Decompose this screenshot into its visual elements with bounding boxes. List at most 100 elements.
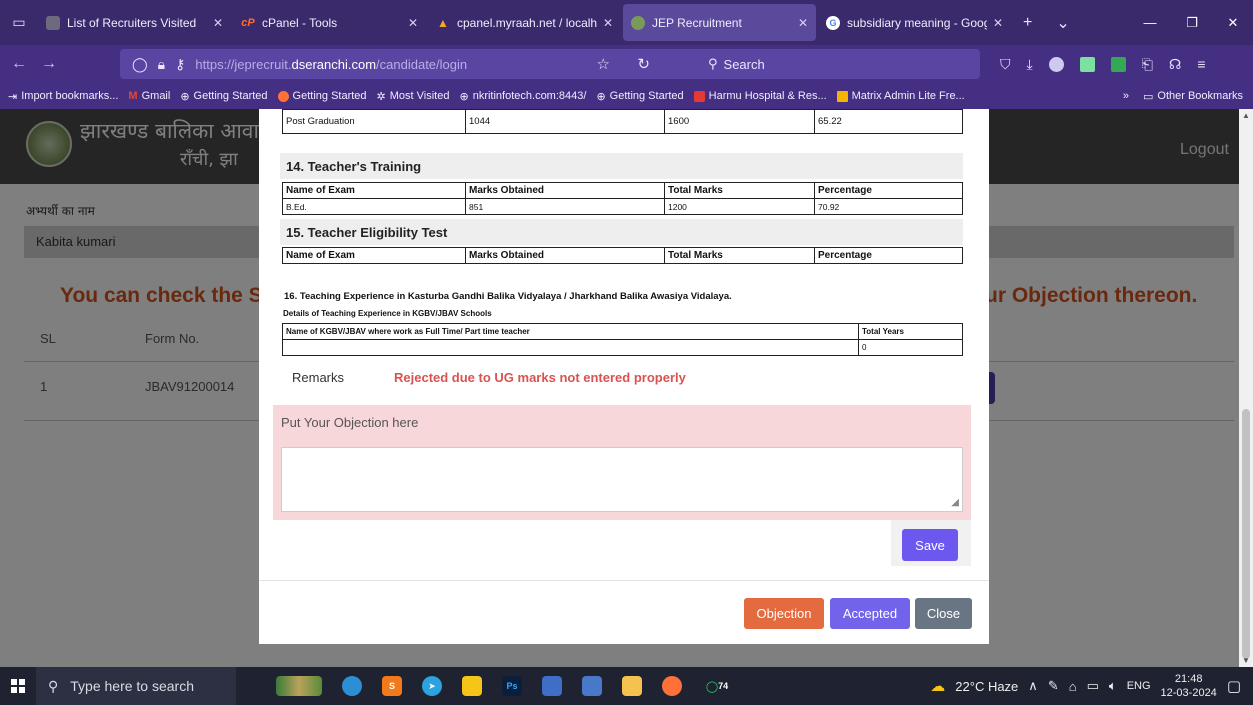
list-all-tabs-icon[interactable]: ⌄	[1056, 13, 1069, 33]
notifications-icon[interactable]: ▢	[1227, 677, 1241, 695]
bookmark-nkritinfotech[interactable]: ⊕ nkritinfotech.com:8443/	[459, 90, 586, 103]
search-box[interactable]: ⚲ Search	[708, 56, 765, 72]
other-bookmarks[interactable]: ▭ Other Bookmarks	[1143, 90, 1243, 103]
widgets-icon[interactable]	[276, 676, 322, 696]
show-hidden-icons[interactable]: ∧	[1028, 678, 1038, 694]
new-tab-button[interactable]: +	[1023, 14, 1032, 32]
pen-icon[interactable]: ✎	[1048, 678, 1059, 694]
phpmyadmin-favicon-icon: ▲	[437, 15, 449, 30]
windows-logo-icon	[11, 679, 25, 693]
bookmark-star-icon[interactable]: ☆	[597, 55, 610, 73]
tab-jep-recruitment[interactable]: JEP Recruitment ✕	[623, 4, 816, 41]
tab-recruiters[interactable]: List of Recruiters Visited ✕	[38, 4, 231, 41]
network-app-icon[interactable]	[582, 676, 602, 696]
table-header-row: Name of KGBV/JBAV where work as Full Tim…	[282, 323, 963, 340]
bookmark-import[interactable]: ⇥ Import bookmarks...	[8, 90, 118, 103]
bookmark-gmail[interactable]: M Gmail	[128, 90, 170, 102]
tab-phpmyadmin[interactable]: ▲ cpanel.myraah.net / localhos ✕	[428, 4, 621, 41]
accepted-button[interactable]: Accepted	[830, 598, 910, 629]
gear-icon: ✲	[376, 90, 386, 103]
taskbar-search-box[interactable]: ⚲ Type here to search	[36, 667, 236, 705]
photoshop-icon[interactable]: Ps	[502, 676, 522, 696]
exam-name-cell: Post Graduation	[282, 109, 466, 134]
teaching-experience-table: Name of KGBV/JBAV where work as Full Tim…	[282, 323, 963, 356]
sticky-notes-icon[interactable]	[462, 676, 482, 696]
lock-icon[interactable]: 🔒︎	[158, 56, 165, 73]
extension-s-icon[interactable]	[1048, 56, 1064, 72]
language-indicator[interactable]: ENG	[1127, 680, 1151, 692]
bookmark-getting-started[interactable]: ⊕ Getting Started	[180, 90, 267, 103]
back-icon[interactable]: ←	[4, 55, 34, 73]
permissions-key-icon[interactable]: ⚷	[175, 56, 185, 73]
marks-obtained-cell: 851	[465, 198, 665, 215]
word-pad-icon[interactable]	[542, 676, 562, 696]
close-window-button[interactable]: ✕	[1213, 0, 1253, 45]
close-tab-icon[interactable]: ✕	[408, 16, 418, 30]
bookmark-most-visited[interactable]: ✲ Most Visited	[377, 90, 450, 103]
forward-icon[interactable]: →	[34, 55, 64, 73]
whatsapp-icon[interactable]: ◯ 74	[702, 676, 732, 696]
start-button[interactable]	[0, 667, 36, 705]
file-explorer-icon[interactable]	[622, 676, 642, 696]
exam-name-cell: B.Ed.	[282, 198, 466, 215]
network-icon[interactable]: ⌂	[1069, 679, 1077, 694]
tab-google[interactable]: G subsidiary meaning - Google ✕	[818, 4, 1011, 41]
bookmark-getting-started-3[interactable]: ⊕ Getting Started	[596, 90, 683, 103]
other-bookmarks-label: Other Bookmarks	[1157, 90, 1243, 102]
menu-icon[interactable]: ≡	[1197, 56, 1205, 72]
weather-icon[interactable]: ☁	[930, 677, 945, 695]
url-prefix: https://jeprecruit.	[195, 56, 292, 72]
address-bar[interactable]: ◯ 🔒︎ ⚷ https://jeprecruit. dseranchi.com /…	[120, 49, 980, 79]
save-button[interactable]: Save	[902, 529, 958, 561]
column-header: Name of Exam	[282, 247, 466, 264]
sublime-text-icon[interactable]: S	[382, 676, 402, 696]
tet-table: Name of Exam Marks Obtained Total Marks …	[282, 247, 963, 264]
close-tab-icon[interactable]: ✕	[213, 16, 223, 30]
column-header: Name of KGBV/JBAV where work as Full Tim…	[282, 323, 859, 340]
objection-textarea[interactable]	[281, 447, 963, 512]
bookmark-getting-started-2[interactable]: Getting Started	[277, 90, 367, 102]
modal-footer-divider	[259, 580, 989, 581]
scroll-down-icon[interactable]: ▼	[1242, 656, 1250, 665]
page-scrollbar[interactable]: ▲ ▼	[1239, 109, 1253, 667]
table-header-row: Name of Exam Marks Obtained Total Marks …	[282, 247, 963, 264]
scrollbar-thumb[interactable]	[1242, 409, 1250, 659]
minimize-button[interactable]: —	[1129, 0, 1171, 45]
teams-icon[interactable]	[342, 676, 362, 696]
remarks-value: Rejected due to UG marks not entered pro…	[394, 370, 686, 385]
extension-grid-icon[interactable]	[1079, 56, 1095, 72]
column-header: Percentage	[814, 182, 963, 199]
column-header: Total Years	[858, 323, 963, 340]
resize-grip-icon[interactable]: ◢	[951, 497, 959, 508]
shield-icon[interactable]: ◯	[132, 56, 148, 73]
bookmark-label: Getting Started	[609, 90, 684, 102]
remarks-label: Remarks	[292, 370, 345, 385]
scroll-up-icon[interactable]: ▲	[1242, 111, 1250, 120]
tab-list-icon[interactable]: ▭	[0, 0, 38, 45]
globe-icon: ⊕	[596, 90, 606, 103]
telegram-icon[interactable]: ➤	[422, 676, 442, 696]
firefox-icon[interactable]	[662, 676, 682, 696]
volume-icon[interactable]: 🔈︎	[1109, 678, 1117, 694]
weather-text[interactable]: 22°C Haze	[955, 679, 1018, 694]
account-icon[interactable]: ☊	[1169, 56, 1181, 73]
close-tab-icon[interactable]: ✕	[993, 16, 1003, 30]
reload-icon[interactable]: ↻	[637, 55, 650, 73]
downloads-icon[interactable]: ⤓	[1027, 56, 1033, 73]
extension-green-icon[interactable]	[1110, 56, 1126, 72]
close-tab-icon[interactable]: ✕	[798, 16, 808, 30]
tab-cpanel[interactable]: cP cPanel - Tools ✕	[233, 4, 426, 41]
tab-title: cpanel.myraah.net / localhos	[457, 15, 597, 30]
bookmarks-overflow-icon[interactable]: »	[1123, 90, 1129, 102]
restore-button[interactable]: ❐	[1171, 0, 1213, 45]
close-tab-icon[interactable]: ✕	[603, 16, 613, 30]
share-icon[interactable]: ⎗	[1142, 56, 1153, 73]
bookmark-harmu-hospital[interactable]: Harmu Hospital & Res...	[693, 90, 827, 102]
pocket-icon[interactable]: ⛉	[1000, 56, 1011, 73]
clock[interactable]: 21:48 12-03-2024	[1161, 672, 1217, 700]
battery-icon[interactable]: ▭	[1087, 678, 1099, 694]
table-row: B.Ed. 851 1200 70.92	[282, 198, 963, 215]
close-button[interactable]: Close	[915, 598, 972, 629]
objection-button[interactable]: Objection	[744, 598, 824, 629]
bookmark-matrix-admin[interactable]: Matrix Admin Lite Fre...	[836, 90, 965, 102]
